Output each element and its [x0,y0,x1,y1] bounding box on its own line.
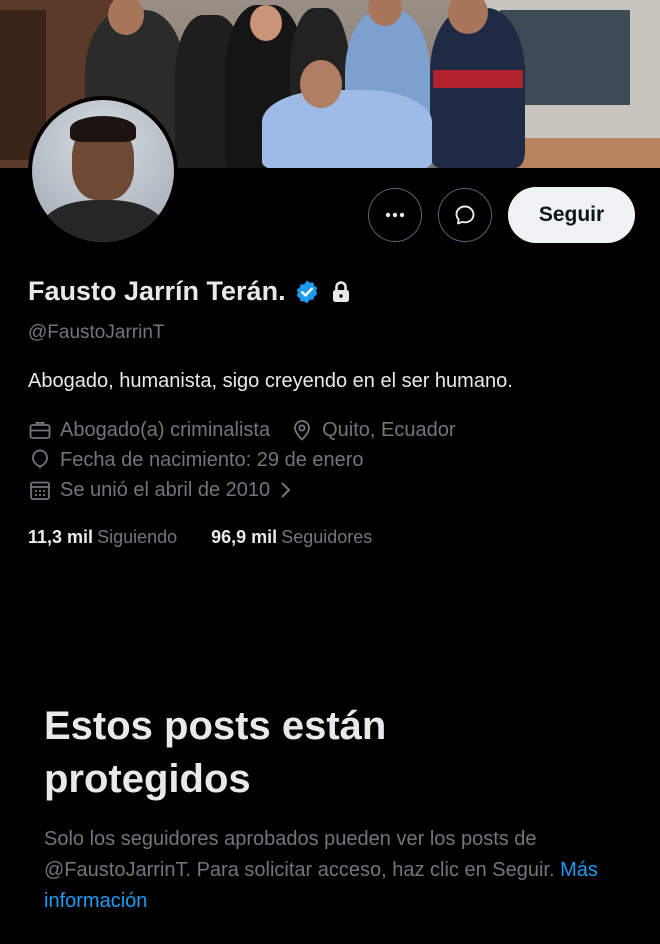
avatar-hair [70,116,136,142]
protected-message: Solo los seguidores aprobados pueden ver… [44,824,624,917]
profile-location: Quito, Ecuador [290,418,456,442]
profile-name: Fausto Jarrín Terán. [28,276,286,306]
banner-head [250,5,282,41]
following-count: 11,3 mil [28,527,94,547]
protected-text: Solo los seguidores aprobados pueden ver… [44,828,555,881]
profile-meta-row[interactable]: Se unió el abril de 2010 [28,478,294,502]
more-button[interactable] [368,188,422,242]
profile-location-text: Quito, Ecuador [322,418,456,441]
avatar-body [42,200,164,242]
avatar-photo [32,100,174,242]
followers-label: Seguidores [281,527,373,547]
profile-profession: Abogado(a) criminalista [60,418,271,441]
followers-count: 96,9 mil [211,527,278,547]
profile-stats: 11,3 mil Siguiendo 96,9 mil Seguidores [28,527,406,548]
profile-name-row: Fausto Jarrín Terán. [28,276,352,307]
message-button[interactable] [438,188,492,242]
following-label: Siguiendo [97,527,178,547]
more-icon [385,212,405,218]
banner-head [300,60,342,108]
profile-meta-row: Fecha de nacimiento: 29 de enero [28,448,364,472]
verified-badge-icon[interactable] [294,279,320,305]
follow-button[interactable]: Seguir [508,187,635,243]
chevron-right-icon [281,482,291,498]
lock-icon[interactable] [330,280,352,304]
banner-person [262,90,432,168]
followers-stat[interactable]: 96,9 mil Seguidores [211,527,372,548]
balloon-icon [32,449,48,469]
profile-joined: Se unió el abril de 2010 [60,478,271,501]
calendar-icon [30,481,50,500]
profile-birthday: Fecha de nacimiento: 29 de enero [60,448,364,471]
message-icon [455,205,475,225]
profile-meta-row: Abogado(a) criminalista Quito, Ecuador [28,418,456,442]
briefcase-icon [29,421,51,439]
following-stat[interactable]: 11,3 mil Siguiendo [28,527,177,548]
banner-person [430,8,525,168]
location-pin-icon [294,420,311,441]
protected-title: Estos posts están protegidos [44,704,387,801]
profile-bio: Abogado, humanista, sigo creyendo en el … [28,370,513,392]
profile-avatar[interactable] [28,96,178,246]
profile-handle: @FaustoJarrinT [28,322,165,343]
banner-shirt-stripe [433,70,523,88]
